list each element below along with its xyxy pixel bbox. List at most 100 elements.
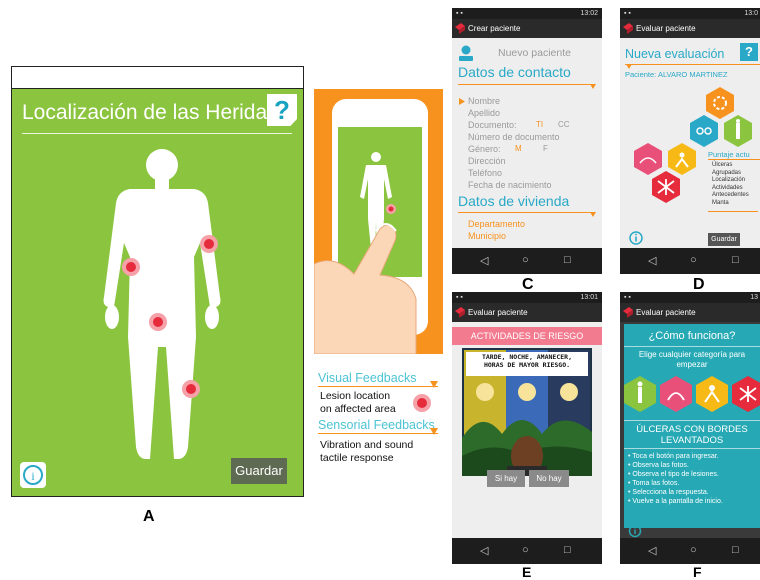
recents-icon[interactable]: □	[564, 544, 571, 556]
info-button[interactable]: i	[20, 462, 46, 488]
app-title: Evaluar paciente	[468, 308, 528, 317]
instruction-step: • Observa el tipo de lesiones.	[628, 471, 719, 478]
wounds-category-icon[interactable]	[706, 87, 734, 119]
home-icon[interactable]: ○	[522, 254, 529, 266]
divider	[318, 386, 438, 387]
score-item: Localización	[712, 177, 746, 183]
activities-category-icon[interactable]	[634, 143, 662, 175]
help-button[interactable]: ?	[267, 94, 297, 126]
back-icon[interactable]: ◁	[648, 254, 656, 267]
home-icon[interactable]: ○	[522, 544, 529, 556]
recents-icon[interactable]: □	[564, 254, 571, 266]
field-birthdate[interactable]: Fecha de nacimiento	[468, 180, 552, 190]
no-button[interactable]: No hay	[529, 470, 569, 487]
yes-button[interactable]: Si hay	[487, 470, 525, 487]
back-icon[interactable]: ◁	[480, 544, 488, 557]
home-icon[interactable]: ○	[690, 544, 697, 556]
gender-option-m[interactable]: M	[515, 144, 522, 153]
app-bar: Evaluar paciente	[620, 19, 760, 38]
section-title-line: LEVANTADOS	[660, 435, 724, 446]
lesion-marker[interactable]	[200, 235, 218, 253]
history-category-icon[interactable]	[668, 143, 696, 175]
panel-label-a: A	[143, 508, 155, 525]
panel-label-e: E	[522, 564, 532, 580]
field-document-number[interactable]: Número de documento	[468, 132, 560, 142]
sensorial-feedbacks-title: Sensorial Feedbacks	[318, 418, 435, 432]
status-bar: ▪ ▪ 13	[620, 292, 760, 303]
field-department[interactable]: Departamento	[468, 219, 525, 229]
new-evaluation-header: Nueva evaluación	[625, 47, 725, 61]
history-category-icon[interactable]	[696, 376, 728, 412]
instruction-step: • Toma las fotos.	[628, 480, 680, 487]
back-icon[interactable]: ◁	[480, 254, 488, 267]
score-item: Manta	[712, 199, 729, 206]
lesion-marker[interactable]	[149, 313, 167, 331]
app-logo-icon	[623, 23, 633, 34]
caption-line: HORAS DE MAYOR RIESGO.	[483, 361, 571, 369]
android-nav-bar: ◁ ○ □	[452, 248, 602, 274]
field-phone[interactable]: Teléfono	[468, 168, 502, 178]
android-nav-bar: ◁ ○ □	[620, 248, 760, 274]
panel-label-f: F	[693, 564, 702, 580]
status-bar: ▪ ▪ 13:0	[620, 8, 760, 19]
section-title: ÚLCERAS CON BORDES LEVANTADOS	[624, 424, 760, 446]
mosquito-category-icon[interactable]	[652, 171, 680, 203]
field-name[interactable]: Nombre	[468, 96, 500, 106]
body-location-category-icon[interactable]	[624, 376, 656, 412]
home-icon[interactable]: ○	[690, 254, 697, 266]
info-icon[interactable]	[628, 230, 644, 246]
gender-option-f[interactable]: F	[543, 144, 548, 153]
divider	[625, 64, 760, 65]
lesion-marker[interactable]	[182, 380, 200, 398]
back-icon[interactable]: ◁	[648, 544, 656, 557]
body-location-category-icon[interactable]	[724, 115, 752, 147]
sensorial-feedbacks-desc-2: tactile response	[320, 452, 394, 464]
risk-activities-header: ACTIVIDADES DE RIESGO	[452, 327, 602, 345]
field-address[interactable]: Dirección	[468, 156, 506, 166]
phone-screen-f-how-it-works: ▪ ▪ 13 Evaluar paciente ¿Cómo funciona? E…	[620, 292, 760, 564]
score-item: Agrupadas	[712, 169, 742, 176]
recents-icon[interactable]: □	[732, 254, 739, 266]
app-title: Crear paciente	[468, 24, 521, 33]
save-button[interactable]: Guardar	[708, 233, 740, 246]
field-document: Documento:	[468, 120, 517, 130]
title-divider	[22, 133, 292, 134]
android-nav-bar: ◁ ○ □	[620, 538, 760, 564]
app-title: Evaluar paciente	[636, 308, 696, 317]
body-silhouette-image[interactable]	[82, 147, 242, 467]
activities-category-icon[interactable]	[660, 376, 692, 412]
phone-screen-e-risk-activities: ▪ ▪ 13:01 Evaluar paciente ACTIVIDADES DE…	[452, 292, 602, 564]
score-item: Antecedentes	[712, 192, 749, 198]
save-button[interactable]: Guardar	[231, 458, 287, 484]
lesion-marker[interactable]	[122, 258, 140, 276]
phone-screen-c-create-patient: ▪ ▪ 13:02 Crear paciente Nuevo paciente D…	[452, 8, 602, 274]
help-button[interactable]: ?	[740, 43, 758, 61]
mosquito-category-icon[interactable]	[732, 376, 760, 412]
info-icon[interactable]	[628, 524, 642, 538]
divider	[624, 448, 760, 449]
divider	[458, 212, 594, 213]
patient-name: Paciente: ALVARO MARTINEZ	[625, 70, 728, 79]
divider	[708, 159, 760, 160]
score-item: Actividades	[712, 184, 743, 191]
app-bar: Crear paciente	[452, 19, 602, 38]
score-title: Puntaje actu	[708, 150, 750, 159]
touch-interaction-illustration	[314, 89, 443, 354]
recents-icon[interactable]: □	[732, 544, 739, 556]
field-gender: Género:	[468, 144, 501, 154]
doc-option-cc[interactable]: CC	[558, 120, 570, 129]
how-it-works-desc: Elige cualquier categoría para empezar	[624, 350, 760, 369]
risk-caption: TARDE, NOCHE, AMANECER, HORAS DE MAYOR R…	[466, 353, 588, 369]
field-municipality[interactable]: Municipio	[468, 231, 506, 241]
current-field-arrow-icon	[459, 98, 465, 105]
category-icons-row	[624, 376, 760, 412]
doc-option-ti[interactable]: TI	[536, 120, 543, 129]
field-surname[interactable]: Apellido	[468, 108, 500, 118]
status-bar: ▪ ▪ 13:01	[452, 292, 602, 303]
status-bar	[12, 67, 303, 89]
divider	[624, 420, 760, 421]
visual-feedbacks-title: Visual Feedbacks	[318, 371, 417, 385]
grouped-lesions-category-icon[interactable]	[690, 115, 718, 147]
svg-text:i: i	[31, 469, 35, 483]
arrow-icon	[430, 428, 438, 435]
